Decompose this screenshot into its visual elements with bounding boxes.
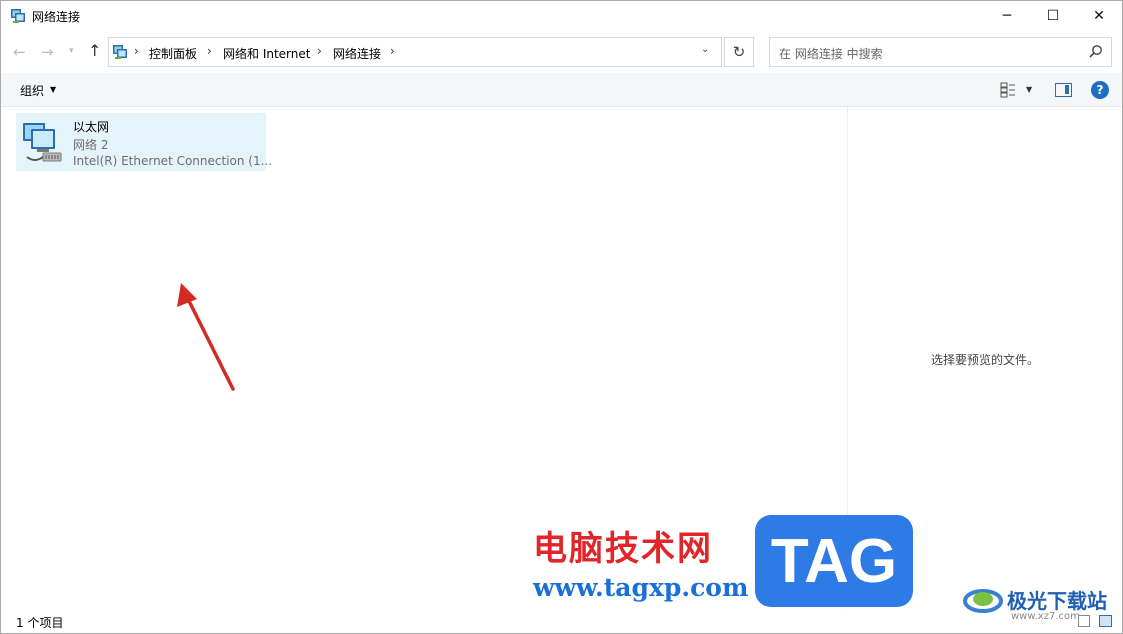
network-connections-icon (11, 9, 25, 23)
ethernet-adapter-icon (23, 123, 62, 162)
maximize-icon: ☐ (1046, 8, 1060, 24)
chevron-down-icon[interactable]: ⌄ (701, 44, 709, 55)
network-connections-icon (113, 45, 127, 59)
preview-message: 选择要预览的文件。 (930, 353, 1039, 367)
help-icon[interactable]: ? (1091, 81, 1109, 99)
breadcrumb-control-panel[interactable]: 控制面板 (149, 45, 197, 62)
item-status: 网络 2 (73, 138, 109, 152)
breadcrumb-network-connections[interactable]: 网络连接 (333, 45, 381, 62)
back-button[interactable]: ← (13, 43, 26, 61)
search-placeholder: 在 网络连接 中搜索 (779, 47, 883, 61)
search-input[interactable]: 在 网络连接 中搜索 (769, 37, 1112, 67)
watermark-tag-logo: TAG (755, 515, 913, 607)
large-icons-view-icon[interactable] (1099, 615, 1112, 627)
preview-pane-icon[interactable] (1055, 83, 1072, 97)
breadcrumb-separator-icon[interactable]: › (207, 44, 212, 58)
item-count: 1 个项目 (16, 616, 64, 630)
chevron-down-icon[interactable]: ▼ (50, 85, 56, 94)
close-button[interactable]: ✕ (1076, 1, 1122, 31)
address-bar[interactable]: › 控制面板 › 网络和 Internet › 网络连接 › ⌄ (108, 37, 722, 67)
close-icon: ✕ (1093, 8, 1105, 24)
minimize-icon: ─ (1002, 8, 1012, 24)
list-item[interactable]: 以太网 网络 2 Intel(R) Ethernet Connection (1… (16, 113, 272, 171)
recent-locations-button[interactable]: ▾ (69, 46, 74, 56)
watermark-site-url: www.xz7.com (1011, 611, 1080, 622)
breadcrumb-separator-icon[interactable]: › (134, 44, 139, 58)
watermark-brand: 电脑技术网 (533, 529, 713, 569)
file-list: 以太网 网络 2 Intel(R) Ethernet Connection (1… (1, 107, 847, 609)
organize-button[interactable]: 组织 (20, 82, 44, 99)
title-bar: 网络连接 ─ ☐ ✕ (1, 1, 1122, 31)
minimize-button[interactable]: ─ (984, 1, 1030, 31)
address-row: ← → ▾ ↑ › 控制面板 › 网络和 Internet › 网络连接 › ⌄… (1, 31, 1122, 73)
forward-button[interactable]: → (41, 43, 54, 61)
status-bar: 1 个项目 (1, 609, 1122, 633)
explorer-window: 网络连接 ─ ☐ ✕ ← → ▾ ↑ › 控制面板 › 网络和 Internet… (0, 0, 1123, 634)
breadcrumb-separator-icon[interactable]: › (317, 44, 322, 58)
breadcrumb-separator-icon[interactable]: › (390, 44, 395, 58)
refresh-icon: ↻ (732, 43, 746, 61)
item-device: Intel(R) Ethernet Connection (1... (73, 154, 273, 168)
refresh-button[interactable]: ↻ (724, 37, 754, 67)
maximize-button[interactable]: ☐ (1030, 1, 1076, 31)
window-title: 网络连接 (32, 10, 81, 24)
search-icon (1089, 45, 1102, 58)
item-name: 以太网 (73, 120, 110, 134)
command-bar: 组织 ▼ ▼ ? (1, 73, 1122, 107)
chevron-down-icon[interactable]: ▼ (1026, 85, 1032, 94)
breadcrumb-network-internet[interactable]: 网络和 Internet (223, 45, 310, 62)
watermark-url: www.tagxp.com (533, 573, 749, 602)
annotation-arrow (177, 283, 235, 391)
change-view-icon[interactable] (1000, 82, 1016, 98)
up-button[interactable]: ↑ (88, 41, 101, 60)
watermark-site-name: 极光下载站 (1007, 589, 1107, 613)
watermark-site-logo-icon (963, 589, 1003, 613)
